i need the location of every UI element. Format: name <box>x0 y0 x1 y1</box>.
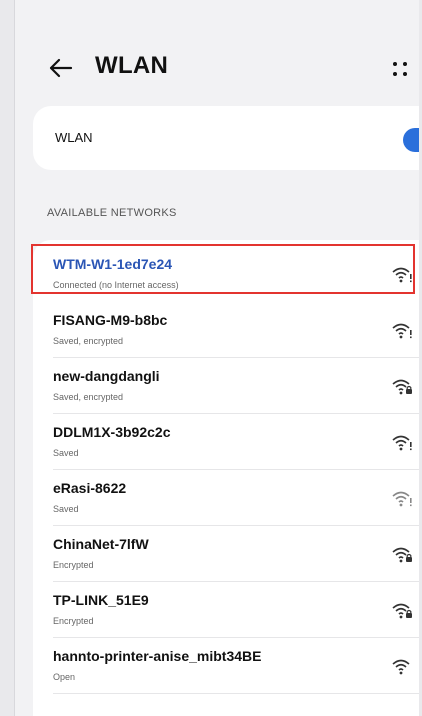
network-name: ChinaNet-7lfW <box>53 536 149 552</box>
network-name: new-dangdangli <box>53 368 160 384</box>
network-item[interactable]: hannto-printer-anise_mibt34BE Open <box>33 638 419 694</box>
wifi-alert-icon <box>392 491 412 507</box>
network-status: Saved <box>53 504 79 514</box>
network-name: eRasi-8622 <box>53 480 127 496</box>
page-title: WLAN <box>95 52 169 79</box>
back-button[interactable] <box>45 50 77 86</box>
network-status: Connected (no Internet access) <box>53 280 179 290</box>
wlan-toggle-label: WLAN <box>55 130 93 145</box>
network-name: WTM-W1-1ed7e24 <box>53 256 173 272</box>
network-item[interactable]: new-dangdangli Saved, encrypted <box>33 358 419 414</box>
network-name: TP-LINK_51E9 <box>53 592 149 608</box>
more-button[interactable] <box>389 54 413 84</box>
wifi-lock-icon <box>392 603 412 619</box>
network-item[interactable]: TP-LINK_51E9 Encrypted <box>33 582 419 638</box>
wlan-settings-screen: WLAN WLAN AVAILABLE NETWORKS WTM-W1-1ed7… <box>14 0 419 716</box>
networks-list: WTM-W1-1ed7e24 Connected (no Internet ac… <box>31 240 419 716</box>
wifi-alert-icon <box>392 323 412 339</box>
back-arrow-icon <box>49 58 73 78</box>
network-status: Encrypted <box>53 616 94 626</box>
wlan-toggle-card: WLAN <box>33 106 419 170</box>
network-status: Open <box>53 672 76 682</box>
wifi-alert-icon <box>392 267 412 283</box>
wifi-lock-icon <box>392 547 412 563</box>
network-item[interactable]: DDLM1X-3b92c2c Saved <box>33 414 419 470</box>
network-item[interactable]: FISANG-M9-b8bc Saved, encrypted <box>33 302 419 358</box>
network-status: Saved <box>53 448 79 458</box>
wlan-toggle-switch[interactable] <box>403 128 419 152</box>
more-dots-icon <box>393 62 407 76</box>
network-item[interactable]: WTM-W1-1ed7e24 Connected (no Internet ac… <box>31 244 419 302</box>
network-item[interactable]: ChinaNet-7lfW Encrypted <box>33 526 419 582</box>
network-status: Saved, encrypted <box>53 336 124 346</box>
network-status: Encrypted <box>53 560 94 570</box>
wifi-lock-icon <box>392 379 412 395</box>
wifi-icon <box>392 659 410 675</box>
network-name: FISANG-M9-b8bc <box>53 312 168 328</box>
divider <box>53 693 419 694</box>
network-item[interactable]: eRasi-8622 Saved <box>33 470 419 526</box>
network-status: Saved, encrypted <box>53 392 124 402</box>
header: WLAN <box>15 48 419 92</box>
wifi-alert-icon <box>392 435 412 451</box>
network-name: hannto-printer-anise_mibt34BE <box>53 648 262 664</box>
network-name: DDLM1X-3b92c2c <box>53 424 171 440</box>
available-networks-header: AVAILABLE NETWORKS <box>47 207 177 219</box>
